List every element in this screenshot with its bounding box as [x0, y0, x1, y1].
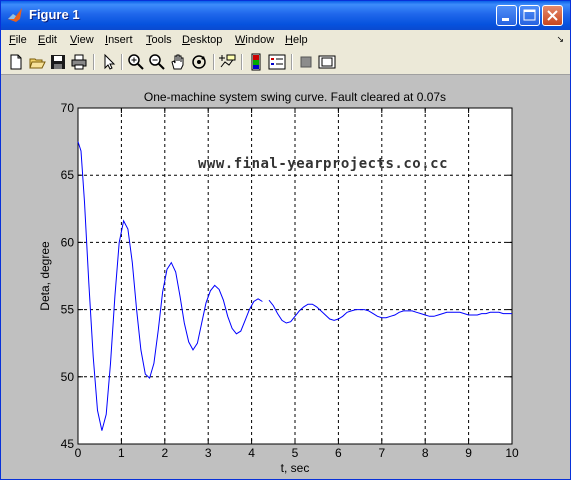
zoom-out-icon[interactable] — [148, 53, 166, 71]
close-button[interactable] — [542, 5, 563, 26]
watermark-text: www.final-yearprojects.co.cc — [198, 156, 449, 172]
menu-tools-label: ools — [151, 34, 172, 46]
menu-view[interactable]: View — [70, 34, 94, 46]
title-bar[interactable]: Figure 1 — [1, 1, 570, 30]
edit-plot-icon[interactable] — [99, 53, 117, 71]
x-tick-label: 1 — [118, 446, 125, 460]
matlab-logo-icon — [7, 7, 23, 23]
toolbar-separator — [291, 54, 293, 70]
print-icon[interactable] — [70, 53, 88, 71]
menu-help-mnemonic: H — [285, 34, 293, 46]
y-axis-label: Deta, degree — [38, 241, 52, 311]
colorbar-icon[interactable] — [247, 53, 265, 71]
toolbar-separator — [93, 54, 95, 70]
y-tick-label: 60 — [61, 235, 75, 249]
x-tick-label: 3 — [205, 446, 212, 460]
rotate-3d-icon[interactable] — [190, 53, 208, 71]
menu-tools[interactable]: Tools — [146, 34, 172, 46]
x-tick-label: 0 — [75, 446, 82, 460]
menu-help-label: elp — [292, 34, 308, 46]
x-tick-label: 5 — [292, 446, 299, 460]
menu-bar: File Edit View Insert Tools Desktop Wind… — [1, 30, 570, 50]
toolbar-separator — [213, 54, 215, 70]
toolbar-separator — [241, 54, 243, 70]
x-tick-label: 6 — [335, 446, 342, 460]
y-tick-label: 65 — [61, 168, 75, 182]
legend-icon[interactable] — [268, 53, 286, 71]
x-tick-label: 7 — [378, 446, 385, 460]
minimize-icon — [502, 18, 509, 21]
menu-window-label: indow — [245, 34, 275, 46]
menu-window-mnemonic: W — [235, 34, 246, 46]
zoom-in-icon[interactable] — [127, 53, 145, 71]
menu-edit-label: dit — [45, 34, 57, 46]
menu-view-label: iew — [77, 34, 94, 46]
menu-insert-label: nsert — [108, 34, 133, 46]
show-plot-tools-icon[interactable] — [318, 53, 336, 71]
menu-help[interactable]: Help — [285, 34, 308, 46]
y-tick-label: 45 — [61, 437, 75, 451]
swing-curve-plot: 0 1 2 3 4 5 6 7 8 9 10455055606570One-machine syst… — [38, 90, 519, 475]
figure-toolbar — [1, 50, 570, 75]
y-tick-label: 50 — [61, 370, 75, 384]
close-icon — [547, 10, 558, 21]
y-tick-label: 55 — [61, 303, 75, 317]
x-tick-label: 2 — [161, 446, 168, 460]
toolbar-separator — [121, 54, 123, 70]
x-tick-label: 8 — [422, 446, 429, 460]
figure-canvas[interactable]: 0 1 2 3 4 5 6 7 8 9 10 45 50 55 60 65 70 One-machine syst… — [1, 75, 570, 479]
maximize-icon — [523, 9, 536, 21]
x-tick-label: 4 — [248, 446, 255, 460]
menu-insert[interactable]: Insert — [105, 34, 133, 46]
menu-desktop-label: esktop — [189, 34, 223, 46]
dock-arrow-icon[interactable]: ↘ — [556, 34, 564, 45]
menu-desktop[interactable]: Desktop — [182, 34, 222, 46]
chart-title: One-machine system swing curve. Fault cl… — [144, 90, 446, 104]
hide-plot-tools-icon[interactable] — [297, 53, 315, 71]
menu-file[interactable]: File — [9, 34, 27, 46]
data-cursor-icon[interactable] — [219, 53, 237, 71]
maximize-button[interactable] — [519, 5, 540, 26]
figure-window: Figure 1 File Edit View Insert Tools Des… — [0, 0, 571, 480]
x-tick-label: 10 — [505, 446, 519, 460]
window-title: Figure 1 — [29, 7, 80, 22]
menu-window[interactable]: Window — [235, 34, 274, 46]
y-tick-label: 70 — [61, 101, 75, 115]
save-icon[interactable] — [49, 53, 67, 71]
menu-file-label: ile — [15, 34, 27, 46]
pan-icon[interactable] — [169, 53, 187, 71]
menu-desktop-mnemonic: D — [182, 34, 190, 46]
menu-edit[interactable]: Edit — [38, 34, 57, 46]
new-figure-icon[interactable] — [7, 53, 25, 71]
minimize-button[interactable] — [496, 5, 517, 26]
menu-file-mnemonic: F — [9, 34, 16, 46]
open-file-icon[interactable] — [28, 53, 46, 71]
x-axis-label: t, sec — [281, 461, 310, 475]
x-tick-label: 9 — [465, 446, 472, 460]
